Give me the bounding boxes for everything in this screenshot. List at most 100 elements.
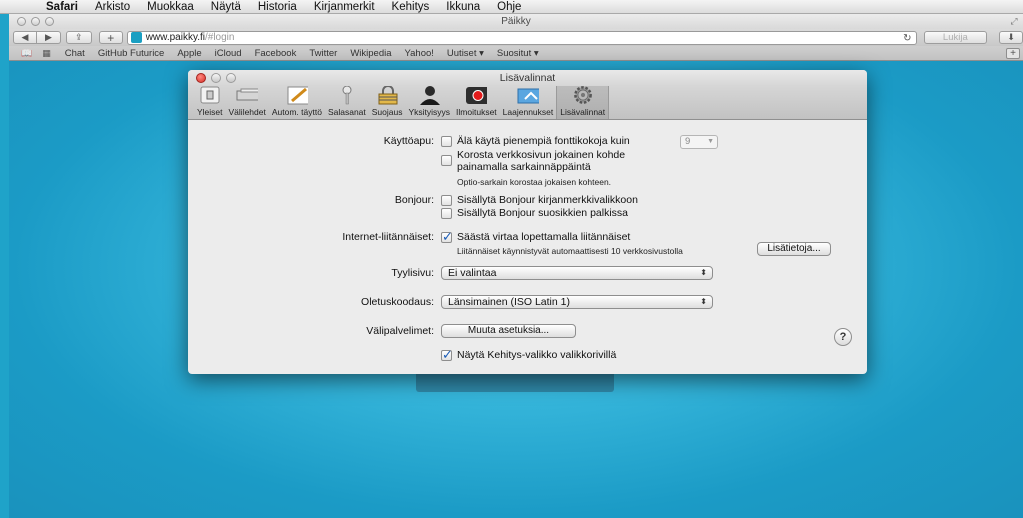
bookmark-folder[interactable]: Uutiset ▾ xyxy=(447,48,484,59)
plus-icon: + xyxy=(107,30,115,45)
tab-label: Yleiset xyxy=(197,107,223,117)
bookmark-item[interactable]: Yahoo! xyxy=(405,48,434,59)
add-bookmark-button[interactable]: + xyxy=(98,30,123,45)
share-button[interactable]: ⇪ xyxy=(66,31,92,44)
preferences-tabs: Yleiset Välilehdet Autom. täyttö Salasan… xyxy=(188,85,867,120)
tab-label: Laajennukset xyxy=(502,107,554,117)
tab-suojaus[interactable]: Suojaus xyxy=(369,85,406,119)
tab-label: Suojaus xyxy=(371,107,403,117)
reload-icon[interactable]: ↻ xyxy=(903,32,911,45)
tab-label: Lisävalinnat xyxy=(560,107,606,117)
minimize-window-button[interactable] xyxy=(31,17,40,26)
bookmark-folder[interactable]: Suositut ▾ xyxy=(497,48,539,59)
menu-kehitys[interactable]: Kehitys xyxy=(392,0,430,14)
forward-button[interactable]: ▶ xyxy=(37,31,61,44)
bookmark-item[interactable]: Twitter xyxy=(309,48,337,59)
tab-label: Salasanat xyxy=(327,107,366,117)
window-title: Päikky xyxy=(501,16,531,27)
help-button[interactable]: ? xyxy=(834,328,852,346)
change-settings-button[interactable]: Muuta asetuksia... xyxy=(441,324,576,338)
fullscreen-icon[interactable]: ⤢ xyxy=(1009,16,1019,26)
person-icon xyxy=(418,85,441,105)
menu-ikkuna[interactable]: Ikkuna xyxy=(446,0,480,14)
zoom-dialog-button[interactable] xyxy=(226,73,236,83)
extension-icon xyxy=(517,85,539,105)
back-button[interactable]: ◀ xyxy=(13,31,37,44)
tab-yleiset[interactable]: Yleiset xyxy=(194,85,226,119)
bonjour-bookmarks-menu-label: Sisällytä Bonjour kirjanmerkkivalikkoon xyxy=(457,194,638,206)
show-develop-menu-label: Näytä Kehitys-valikko valikkorivillä xyxy=(457,349,617,361)
bookmark-item[interactable]: iCloud xyxy=(215,48,242,59)
key-icon xyxy=(336,85,358,105)
menu-safari[interactable]: Safari xyxy=(46,0,78,14)
bookmarks-bar: 📖 ▦ Chat GitHub Futurice Apple iCloud Fa… xyxy=(9,46,1023,61)
close-dialog-button[interactable] xyxy=(196,73,206,83)
plugins-hint: Liitännäiset käynnistyvät automaattisest… xyxy=(457,246,683,256)
gear-icon xyxy=(572,85,594,105)
min-font-size-select[interactable]: 9 ▼ xyxy=(680,135,718,149)
min-font-checkbox[interactable] xyxy=(441,136,452,147)
bookmark-item[interactable]: Facebook xyxy=(255,48,297,59)
menu-historia[interactable]: Historia xyxy=(258,0,297,14)
bookmark-item[interactable]: Wikipedia xyxy=(350,48,391,59)
address-bar[interactable]: www.paikky.fi /#login ↻ xyxy=(126,30,917,45)
stylesheet-select[interactable]: Ei valintaa ⬍ xyxy=(441,266,713,280)
url-host: www.paikky.fi xyxy=(145,32,205,43)
menu-arkisto[interactable]: Arkisto xyxy=(95,0,130,14)
menu-kirjanmerkit[interactable]: Kirjanmerkit xyxy=(314,0,375,14)
plugins-label: Internet-liitännäiset: xyxy=(342,231,434,243)
share-icon: ⇪ xyxy=(75,32,83,42)
more-info-button[interactable]: Lisätietoja... xyxy=(757,242,831,256)
default-encoding-select[interactable]: Länsimainen (ISO Latin 1) ⬍ xyxy=(441,295,713,309)
highlight-hint: Optio-sarkain korostaa jokaisen kohteen. xyxy=(457,177,612,187)
tab-laajennukset[interactable]: Laajennukset xyxy=(500,85,557,119)
show-develop-menu-checkbox[interactable] xyxy=(441,347,453,363)
accessibility-label: Käyttöapu: xyxy=(383,135,434,147)
highlight-option-line2: painamalla sarkainnäppäintä xyxy=(457,161,591,173)
tab-label: Ilmoitukset xyxy=(456,107,497,117)
notification-icon xyxy=(465,85,488,105)
top-sites-icon[interactable]: ▦ xyxy=(42,48,51,59)
highlight-option-line1: Korosta verkkosivun jokainen kohde xyxy=(457,149,626,161)
default-encoding-label: Oletuskoodaus: xyxy=(361,296,434,308)
tab-lisavalinnat[interactable]: Lisävalinnat xyxy=(556,85,610,119)
reader-button[interactable]: Lukija xyxy=(923,31,988,44)
preferences-dialog: Lisävalinnat Yleiset Välilehdet Autom. t… xyxy=(188,70,867,374)
min-font-option-label: Älä käytä pienempiä fonttikokoja kuin xyxy=(457,135,630,147)
bonjour-bookmarks-menu-checkbox[interactable] xyxy=(441,195,452,206)
nav-buttons: ◀ ▶ xyxy=(13,31,61,44)
bonjour-favorites-bar-checkbox[interactable] xyxy=(441,208,452,219)
menu-ohje[interactable]: Ohje xyxy=(497,0,521,14)
reading-list-icon[interactable]: 📖 xyxy=(21,48,32,59)
bookmark-item[interactable]: GitHub Futurice xyxy=(98,48,165,59)
save-power-label: Säästä virtaa lopettamalla liitännäiset xyxy=(457,231,631,243)
downloads-button[interactable]: ⬇ xyxy=(999,31,1023,44)
tab-label: Yksityisyys xyxy=(408,107,451,117)
pencil-icon xyxy=(286,85,308,105)
minimize-dialog-button[interactable] xyxy=(211,73,221,83)
bookmark-item[interactable]: Apple xyxy=(177,48,201,59)
menu-muokkaa[interactable]: Muokkaa xyxy=(147,0,194,14)
default-encoding-value: Länsimainen (ISO Latin 1) xyxy=(448,296,570,308)
tab-yksityisyys[interactable]: Yksityisyys xyxy=(405,85,453,119)
bookmark-item[interactable]: Chat xyxy=(65,48,85,59)
stylesheet-value: Ei valintaa xyxy=(448,267,497,279)
tab-salasanat[interactable]: Salasanat xyxy=(325,85,369,119)
menu-nayta[interactable]: Näytä xyxy=(211,0,241,14)
min-font-size-value: 9 xyxy=(685,136,691,147)
browser-toolbar: ◀ ▶ ⇪ + www.paikky.fi /#login ↻ Lukija ⬇ xyxy=(9,29,1023,46)
highlight-tab-checkbox[interactable] xyxy=(441,155,452,166)
save-power-checkbox[interactable] xyxy=(441,229,453,245)
zoom-window-button[interactable] xyxy=(45,17,54,26)
tab-ilmoitukset[interactable]: Ilmoitukset xyxy=(453,85,500,119)
tab-valilehdet[interactable]: Välilehdet xyxy=(226,85,269,119)
lock-icon xyxy=(376,85,398,105)
dialog-titlebar: Lisävalinnat xyxy=(188,70,867,86)
tab-autom-taytto[interactable]: Autom. täyttö xyxy=(269,85,325,119)
close-window-button[interactable] xyxy=(17,17,26,26)
new-tab-button[interactable]: + xyxy=(1006,48,1020,59)
bonjour-favorites-bar-label: Sisällytä Bonjour suosikkien palkissa xyxy=(457,207,628,219)
site-favicon-icon xyxy=(130,32,142,43)
stylesheet-label: Tyylisivu: xyxy=(391,267,434,279)
up-down-arrows-icon: ⬍ xyxy=(700,268,707,277)
